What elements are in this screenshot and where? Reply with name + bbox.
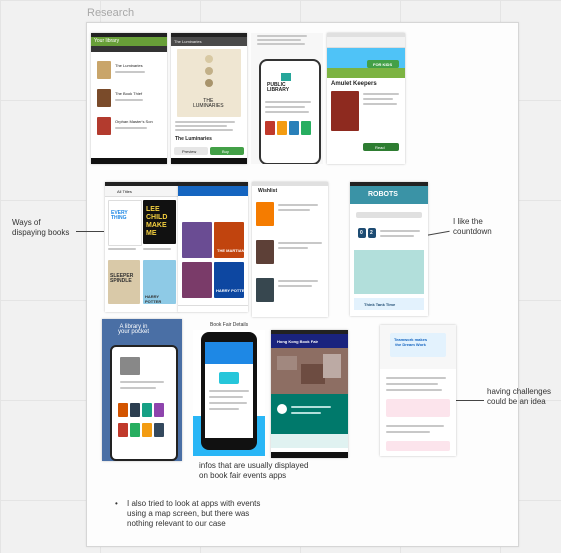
library-item-1[interactable]: The Luminaries bbox=[115, 63, 143, 68]
read-button[interactable]: Read bbox=[363, 143, 399, 151]
robots-header: ROBOTS bbox=[350, 186, 428, 204]
cover-the-martian[interactable]: THE MARTIAN bbox=[214, 222, 245, 258]
preview-button[interactable]: Preview bbox=[174, 147, 208, 155]
kids-banner: FOR KIDS bbox=[327, 48, 405, 78]
book-cover-1[interactable] bbox=[97, 61, 111, 79]
browser-bar bbox=[327, 37, 405, 48]
library-header-title: Your library bbox=[94, 38, 120, 44]
connector-ways bbox=[76, 231, 104, 232]
book-cover-2[interactable] bbox=[97, 89, 111, 107]
wishlist-header: Wishlist bbox=[258, 188, 278, 194]
note-challenges: having challenges could be an idea bbox=[487, 387, 552, 406]
screenshot-hk-book-fair[interactable]: Hong Kong Book Fair bbox=[271, 330, 348, 458]
book-fair-caption: Book Fair Details bbox=[210, 322, 249, 328]
screenshot-book-covers[interactable]: THE MARTIAN HARRY POTTER bbox=[178, 182, 248, 312]
android-nav-bar bbox=[91, 158, 167, 164]
note-ways-of-displaying: Ways of dispaying books bbox=[12, 218, 70, 237]
library-header: Your library bbox=[91, 37, 167, 46]
think-tank-bar[interactable]: Think Tank Time bbox=[354, 298, 424, 310]
for-kids-badge: FOR KIDS bbox=[367, 60, 399, 68]
phone-mockup: PUBLIC LIBRARY bbox=[259, 59, 321, 164]
cover-title: THE LUMINARIES bbox=[193, 98, 224, 109]
countdown-digit-2: 2 bbox=[368, 228, 376, 238]
bullet-dot: • bbox=[115, 499, 118, 508]
phone-mockup bbox=[201, 332, 257, 450]
countdown-digit-1: 0 bbox=[358, 228, 366, 238]
cover-dark[interactable] bbox=[182, 262, 212, 298]
library-tab-bar bbox=[91, 46, 167, 52]
library-logo-icon bbox=[281, 73, 291, 81]
screenshot-robots[interactable]: ROBOTS 0 2 Think Tank Time bbox=[350, 182, 428, 316]
note-countdown: I like the countdown bbox=[453, 217, 492, 236]
screenshot-library-pocket[interactable]: A library in your pocket bbox=[102, 319, 182, 461]
amulet-title: Amulet Keepers bbox=[331, 81, 377, 87]
hk-header: Hong Kong Book Fair bbox=[277, 339, 319, 344]
luminaries-cover: THE LUMINARIES bbox=[177, 49, 241, 117]
teamwork-card: Teamwork makes the Dream Work bbox=[390, 333, 446, 357]
screenshot-library-list[interactable]: Your library The Luminaries The Book Thi… bbox=[91, 33, 167, 164]
cover-make-me[interactable]: LEE CHILD MAKE ME bbox=[143, 200, 176, 244]
luminaries-header: The Luminaries bbox=[171, 37, 247, 46]
promo-card[interactable] bbox=[354, 250, 424, 294]
screenshot-luminaries[interactable]: The Luminaries THE LUMINARIES The Lumina… bbox=[171, 33, 247, 164]
cover-harry-potter[interactable]: HARRY POTTER bbox=[143, 260, 176, 304]
note-fair-infos: infos that are usually displayed on book… bbox=[199, 461, 309, 480]
luminaries-header-title: The Luminaries bbox=[174, 39, 202, 44]
screenshot-book-fair[interactable] bbox=[193, 330, 265, 456]
bullet-text: I also tried to look at apps with events… bbox=[127, 499, 261, 528]
screenshot-bookshelf[interactable]: All Titles EVERY THING LEE CHILD MAKE ME… bbox=[105, 182, 179, 312]
cover-harry-potter-2[interactable]: HARRY POTTER bbox=[214, 262, 247, 298]
amulet-cover bbox=[331, 91, 359, 131]
screenshot-amulet-keepers[interactable]: FOR KIDS Amulet Keepers Read bbox=[327, 33, 405, 164]
screenshot-wishlist[interactable]: Wishlist bbox=[252, 182, 328, 317]
book-title: The Luminaries bbox=[175, 136, 212, 142]
screenshot-public-library[interactable]: PUBLIC LIBRARY bbox=[251, 33, 323, 164]
pocket-headline: A library in your pocket bbox=[118, 324, 150, 335]
library-item-2[interactable]: The Book Thief bbox=[115, 91, 142, 96]
phone-mockup bbox=[110, 345, 178, 461]
search-bar[interactable] bbox=[356, 212, 422, 218]
cover-everything[interactable]: EVERY THING bbox=[108, 200, 142, 246]
book-cover-3[interactable] bbox=[97, 117, 111, 135]
crowd-photo bbox=[271, 348, 348, 394]
tab-all-titles[interactable]: All Titles bbox=[117, 189, 132, 194]
library-item-3[interactable]: Orphan Master's Son bbox=[115, 119, 153, 124]
challenge-card[interactable] bbox=[386, 399, 450, 417]
cover-sleeper-spindle[interactable]: SLEEPER SPINDLE bbox=[108, 260, 140, 304]
buy-button[interactable]: Buy bbox=[210, 147, 244, 155]
screenshot-teamwork[interactable]: Teamwork makes the Dream Work bbox=[380, 325, 456, 456]
cover-purple[interactable] bbox=[182, 222, 212, 258]
public-library-logo: PUBLIC LIBRARY bbox=[267, 82, 290, 93]
map-screen-bullet: • I also tried to look at apps with even… bbox=[115, 499, 325, 529]
frame-title: Research bbox=[87, 7, 135, 19]
